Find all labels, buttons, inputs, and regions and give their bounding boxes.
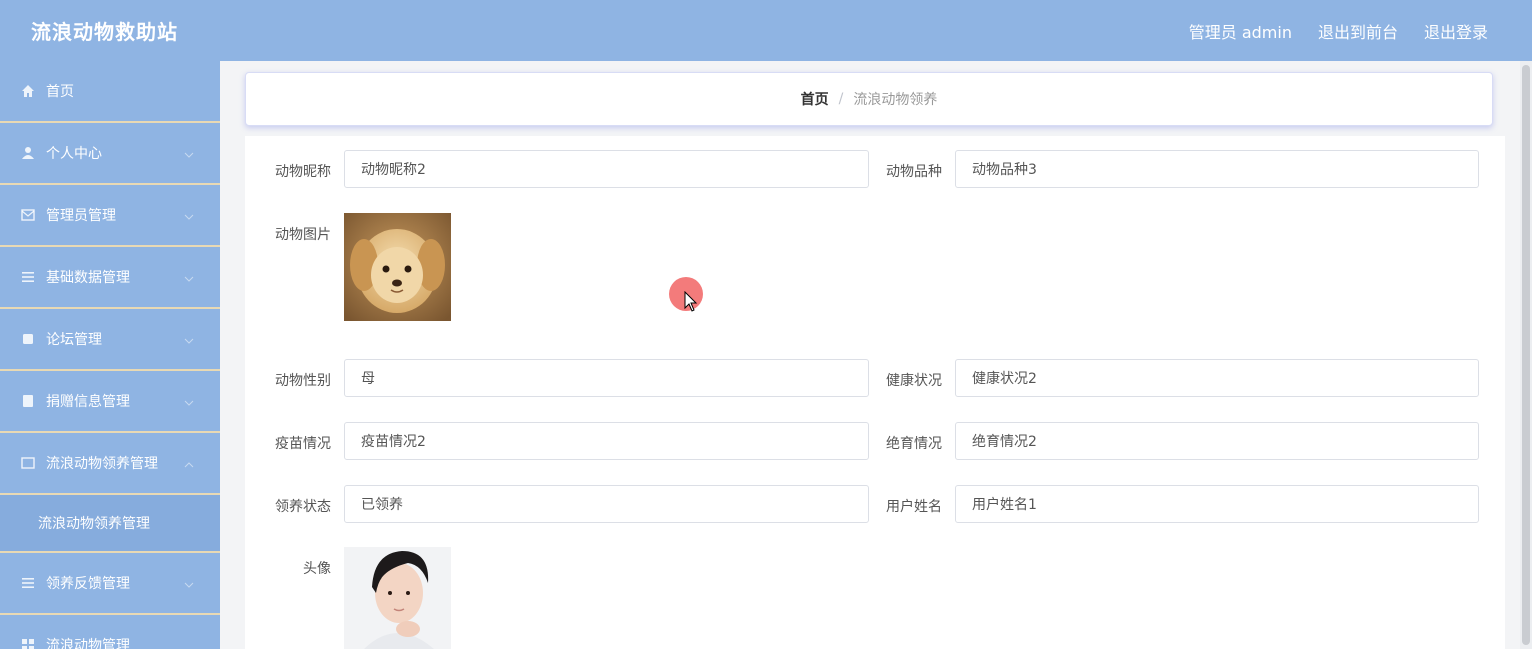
sidebar-item-label: 流浪动物管理 [46, 638, 130, 649]
chevron-down-icon [184, 270, 194, 286]
sterilization-label: 绝育情况 [886, 436, 942, 452]
avatar [344, 547, 451, 649]
chevron-up-icon [184, 456, 194, 472]
username-field[interactable]: 用户姓名1 [955, 485, 1479, 523]
sidebar-item-adoption-management[interactable]: 流浪动物领养管理 [0, 433, 220, 495]
scrollbar-thumb[interactable] [1522, 65, 1530, 645]
breadcrumb-separator: / [838, 91, 844, 107]
adopt-status-field[interactable]: 已领养 [344, 485, 869, 523]
top-bar: 流浪动物救助站 管理员 admin 退出到前台 退出登录 [0, 0, 1532, 61]
username-label: 用户姓名 [886, 499, 942, 515]
sidebar-item-label: 流浪动物领养管理 [46, 456, 158, 472]
chevron-down-icon [184, 576, 194, 592]
chevron-down-icon [184, 332, 194, 348]
breed-field[interactable]: 动物品种3 [955, 150, 1479, 188]
sidebar-item-label: 个人中心 [46, 146, 102, 162]
mail-icon [20, 207, 36, 223]
admin-user-link[interactable]: 管理员 admin [1189, 19, 1292, 43]
vaccine-label: 疫苗情况 [275, 436, 331, 452]
gender-field[interactable]: 母 [344, 359, 869, 397]
breed-label: 动物品种 [886, 164, 942, 180]
sidebar-item-label: 领养反馈管理 [46, 576, 130, 592]
page-scrollbar[interactable] [1520, 61, 1532, 649]
chevron-down-icon [184, 394, 194, 410]
animal-photo [344, 213, 451, 321]
sidebar-item-donation[interactable]: 捐赠信息管理 [0, 371, 220, 433]
list-icon [20, 455, 36, 471]
photo-label: 动物图片 [275, 227, 331, 243]
breadcrumb: 首页 / 流浪动物领养 [245, 72, 1493, 126]
sidebar-item-adoption-feedback[interactable]: 领养反馈管理 [0, 553, 220, 615]
sidebar-item-home[interactable]: 首页 [0, 61, 220, 123]
avatar-label: 头像 [303, 561, 331, 577]
home-icon [20, 83, 36, 99]
exit-to-frontend-link[interactable]: 退出到前台 [1318, 19, 1398, 43]
sidebar-item-basic-data[interactable]: 基础数据管理 [0, 247, 220, 309]
sidebar-item-label: 基础数据管理 [46, 270, 130, 286]
breadcrumb-current: 流浪动物领养 [853, 92, 938, 108]
chevron-down-icon [184, 208, 194, 224]
submenu-item-label: 流浪动物领养管理 [38, 516, 150, 532]
vaccine-field[interactable]: 疫苗情况2 [344, 422, 869, 460]
nickname-label: 动物昵称 [275, 164, 331, 180]
gender-label: 动物性别 [275, 373, 331, 389]
grid-icon [20, 637, 36, 649]
chevron-down-icon [184, 146, 194, 162]
sterilization-field[interactable]: 绝育情况2 [955, 422, 1479, 460]
logout-link[interactable]: 退出登录 [1424, 19, 1488, 43]
breadcrumb-home[interactable]: 首页 [801, 89, 829, 109]
mouse-cursor-icon [684, 290, 698, 317]
nickname-field[interactable]: 动物昵称2 [344, 150, 869, 188]
sidebar-item-animal-management[interactable]: 流浪动物管理 [0, 615, 220, 649]
adopt-status-label: 领养状态 [275, 499, 331, 515]
document-icon [20, 393, 36, 409]
app-title: 流浪动物救助站 [31, 20, 178, 44]
menu-icon [20, 269, 36, 285]
sidebar-item-label: 首页 [46, 84, 74, 100]
sidebar-item-personal-center[interactable]: 个人中心 [0, 123, 220, 185]
menu-icon [20, 575, 36, 591]
sidebar-item-label: 论坛管理 [46, 332, 102, 348]
submenu-item-adoption-management[interactable]: 流浪动物领养管理 [0, 495, 220, 553]
user-icon [20, 145, 36, 161]
sidebar-item-admin-management[interactable]: 管理员管理 [0, 185, 220, 247]
sidebar-item-forum[interactable]: 论坛管理 [0, 309, 220, 371]
health-label: 健康状况 [886, 373, 942, 389]
top-actions: 管理员 admin 退出到前台 退出登录 [1189, 19, 1488, 43]
forum-icon [20, 331, 36, 347]
health-field[interactable]: 健康状况2 [955, 359, 1479, 397]
sidebar: 首页 个人中心 管理员管理 基础数据管理 论坛管理 捐赠信息管理 流浪动物领养管… [0, 61, 220, 649]
sidebar-item-label: 捐赠信息管理 [46, 394, 130, 410]
sidebar-item-label: 管理员管理 [46, 208, 116, 224]
